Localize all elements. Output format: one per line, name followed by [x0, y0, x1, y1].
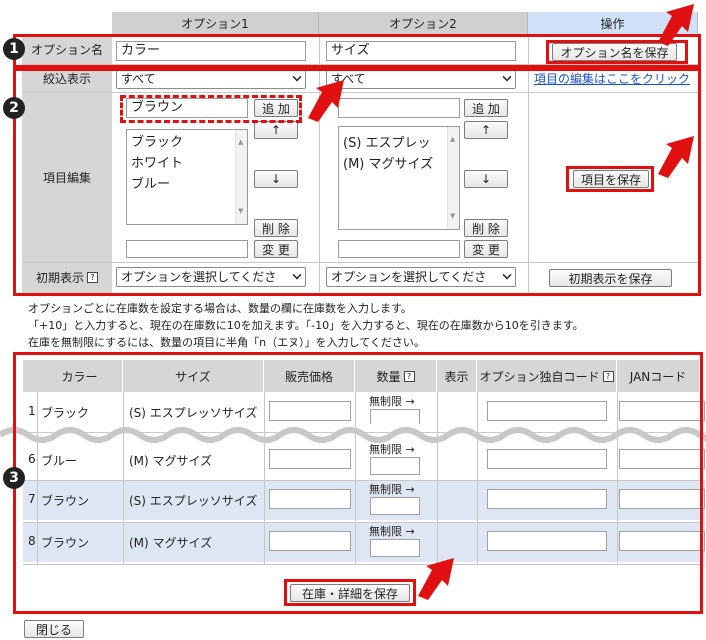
highlight-save-items — [566, 166, 654, 192]
red-arrow-icon — [308, 80, 344, 122]
highlight-new-item — [120, 95, 302, 123]
note-line-3: 在庫を無制限にするには、数量の項目に半角「n（エヌ）」を入力してください。 — [28, 336, 425, 349]
header-blank — [22, 12, 112, 34]
step-badge-3: 3 — [3, 467, 25, 489]
step-badge-2: 2 — [3, 97, 25, 119]
header-option1: オプション1 — [112, 12, 319, 34]
note-line-1: オプションごとに在庫数を設定する場合は、数量の欄に在庫数を入力します。 — [28, 302, 412, 315]
red-arrow-icon — [658, 4, 694, 46]
red-arrow-icon — [658, 136, 694, 178]
header-option2: オプション2 — [319, 12, 528, 34]
step-badge-1: 1 — [3, 38, 25, 60]
close-button[interactable]: 閉じる — [24, 620, 84, 638]
note-line-2: 「+10」と入力すると、現在の在庫数に10を加えます。「-10」を入力すると、現… — [28, 319, 584, 332]
highlight-stock-table — [13, 352, 703, 614]
